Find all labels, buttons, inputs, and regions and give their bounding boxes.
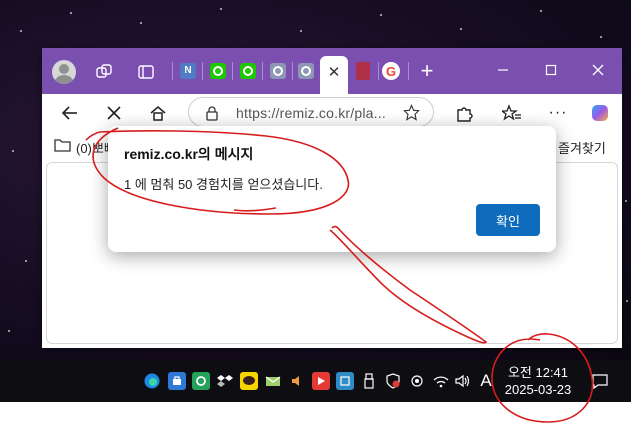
star — [140, 22, 142, 24]
camera-icon[interactable] — [408, 372, 426, 390]
kakaotalk-icon[interactable] — [240, 372, 258, 390]
media-icon[interactable] — [312, 372, 330, 390]
avatar-head — [59, 64, 69, 74]
green-site-icon[interactable] — [240, 63, 256, 79]
star — [540, 10, 542, 12]
star — [220, 8, 222, 10]
tab-separator — [232, 62, 233, 80]
star — [20, 30, 22, 32]
address-bar[interactable]: https://remiz.co.kr/pla... — [188, 97, 434, 127]
lock-icon[interactable] — [205, 105, 219, 126]
more-menu-icon[interactable]: ··· — [544, 100, 572, 126]
store-icon[interactable] — [168, 372, 186, 390]
mail-icon[interactable] — [264, 372, 282, 390]
tab-bar: N ✕ G + — [42, 48, 622, 94]
star — [626, 300, 628, 302]
gray-site-icon[interactable] — [298, 63, 314, 79]
tab-separator — [172, 62, 173, 80]
taskbar: A 오전 12:41 2025-03-23 — [0, 360, 631, 402]
green-site-icon[interactable] — [210, 63, 226, 79]
google-g-letter: G — [385, 63, 397, 79]
ime-indicator[interactable]: A — [477, 371, 495, 390]
clock-date: 2025-03-23 — [504, 382, 572, 397]
security-icon[interactable] — [384, 372, 402, 390]
star — [300, 30, 302, 32]
active-tab[interactable]: ✕ — [320, 56, 348, 94]
alert-dialog: remiz.co.kr의 메시지 1 에 멈춰 50 경험치를 얻으셨습니다. … — [108, 126, 556, 252]
wifi-icon[interactable] — [432, 372, 450, 390]
tab-separator — [408, 62, 409, 80]
new-tab-icon[interactable]: + — [416, 58, 438, 83]
ok-button[interactable]: 확인 — [476, 204, 540, 236]
favorites-list-icon[interactable] — [498, 100, 526, 126]
tab-separator — [378, 62, 379, 80]
favorite-star-icon[interactable] — [403, 103, 420, 126]
notification-icon[interactable] — [590, 371, 610, 391]
tab-separator — [292, 62, 293, 80]
speaker-app-icon[interactable] — [288, 372, 306, 390]
taskbar-clock[interactable]: 오전 12:41 2025-03-23 — [496, 364, 580, 398]
dropbox-icon[interactable] — [216, 372, 234, 390]
tab-actions-icon[interactable] — [136, 62, 156, 82]
close-tab-icon[interactable]: ✕ — [326, 64, 342, 81]
app-icon[interactable] — [192, 372, 210, 390]
star — [8, 330, 10, 332]
minimize-button[interactable] — [488, 58, 518, 82]
dialog-message: 1 에 멈춰 50 경험치를 얻으셨습니다. — [124, 177, 323, 192]
clock-time: 오전 12:41 — [507, 365, 569, 380]
back-button[interactable] — [56, 100, 84, 126]
edge-icon[interactable] — [143, 372, 161, 390]
google-g-icon[interactable]: G — [382, 62, 400, 80]
naver-n-icon[interactable]: N — [180, 63, 196, 79]
usb-icon[interactable] — [360, 372, 378, 390]
avatar-body — [55, 75, 73, 84]
dialog-title: remiz.co.kr의 메시지 — [124, 146, 254, 162]
star — [380, 14, 382, 16]
star — [600, 36, 602, 38]
star — [25, 260, 27, 262]
stop-button[interactable] — [100, 100, 128, 126]
bottom-strip — [0, 402, 631, 428]
close-window-button[interactable] — [583, 58, 613, 82]
star — [460, 28, 462, 30]
gray-site-icon[interactable] — [270, 63, 286, 79]
volume-icon[interactable] — [454, 372, 472, 390]
maximize-button[interactable] — [536, 58, 566, 82]
other-favorites-label[interactable]: 즐겨찾기 — [558, 138, 606, 157]
home-button[interactable] — [144, 100, 172, 126]
star — [70, 12, 72, 14]
star — [625, 200, 627, 202]
star — [12, 150, 14, 152]
extensions-icon[interactable] — [450, 100, 478, 126]
profile-avatar[interactable] — [52, 60, 76, 84]
url-text: https://remiz.co.kr/pla... — [236, 105, 386, 121]
tab-separator — [202, 62, 203, 80]
red-book-icon[interactable] — [356, 62, 370, 80]
calc-icon[interactable] — [336, 372, 354, 390]
workspaces-icon[interactable] — [94, 62, 114, 82]
copilot-icon[interactable] — [586, 100, 614, 126]
tab-separator — [262, 62, 263, 80]
folder-icon[interactable] — [54, 138, 71, 157]
